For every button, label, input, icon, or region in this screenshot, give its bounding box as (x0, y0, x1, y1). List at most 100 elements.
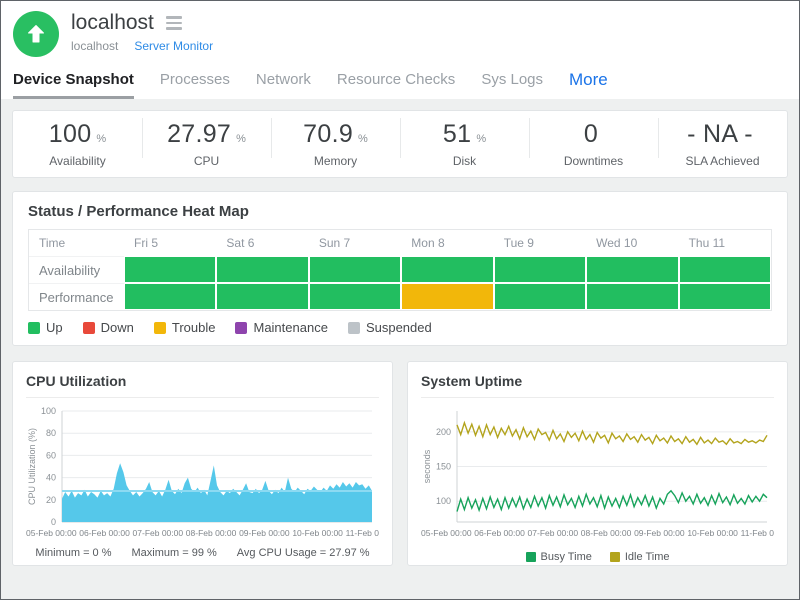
heatmap-cell-up[interactable] (309, 283, 401, 310)
heatmap-day-header: Wed 10 (586, 230, 678, 256)
stats-strip: 100% Availability 27.97% CPU 70.9% Memor… (12, 110, 788, 178)
tab-more[interactable]: More (569, 70, 608, 96)
server-monitor-window: localhost localhost Server Monitor Devic… (0, 0, 800, 600)
heatmap-section: Status / Performance Heat Map Time Fri 5… (12, 191, 788, 346)
heatmap-cell-up[interactable] (494, 256, 586, 283)
stat-unit: % (358, 133, 368, 145)
up-swatch-icon (28, 322, 40, 334)
legend-item-up: Up (28, 320, 63, 335)
stat-availability: 100% Availability (13, 120, 142, 168)
cpu-chart-summary: Minimum = 0 %Maximum = 99 %Avg CPU Usage… (26, 547, 379, 559)
hamburger-menu-icon[interactable] (164, 14, 184, 32)
heatmap-cell-up[interactable] (494, 283, 586, 310)
maintenance-swatch-icon (235, 322, 247, 334)
system-uptime-card: System Uptime 100150200seconds 05-Feb 00… (407, 361, 788, 566)
legend-label: Suspended (366, 320, 432, 335)
x-tick-label: 10-Feb 00:00 (292, 528, 343, 538)
header: localhost localhost Server Monitor (1, 1, 799, 57)
x-tick-label: 11-Feb 0 (741, 528, 774, 538)
content-area: 100% Availability 27.97% CPU 70.9% Memor… (1, 99, 799, 599)
stat-value: 70.9 (303, 120, 353, 149)
heatmap-header-row: Time Fri 5Sat 6Sun 7Mon 8Tue 9Wed 10Thu … (29, 230, 771, 256)
heatmap-row-label: Availability (29, 256, 124, 283)
stat-cpu: 27.97% CPU (142, 120, 271, 168)
heatmap-cell-up[interactable] (216, 256, 308, 283)
heatmap-day-header: Mon 8 (401, 230, 493, 256)
x-tick-label: 10-Feb 00:00 (687, 528, 738, 538)
cpu-utilization-card: CPU Utilization 020406080100CPU Utilizat… (12, 361, 393, 566)
trouble-swatch-icon (154, 322, 166, 334)
breadcrumb-device: localhost (71, 39, 118, 53)
svg-text:CPU Utilization (%): CPU Utilization (%) (27, 428, 37, 505)
heatmap-cell-up[interactable] (124, 256, 216, 283)
tab-sys-logs[interactable]: Sys Logs (481, 71, 543, 96)
x-tick-label: 06-Feb 00:00 (79, 528, 130, 538)
heatmap-legend: UpDownTroubleMaintenanceSuspended (28, 320, 772, 335)
heatmap-cell-trouble[interactable] (401, 283, 493, 310)
tab-processes[interactable]: Processes (160, 71, 230, 96)
heatmap-day-header: Thu 11 (679, 230, 771, 256)
svg-text:80: 80 (46, 428, 56, 438)
heatmap-cell-up[interactable] (679, 283, 771, 310)
heatmap-title: Status / Performance Heat Map (28, 203, 772, 220)
cpu-utilization-chart[interactable]: 0 20 40 60 80 100 CPU Utilization (%) (26, 404, 378, 526)
svg-text:100: 100 (41, 406, 56, 416)
down-swatch-icon (83, 322, 95, 334)
heatmap-cell-up[interactable] (401, 256, 493, 283)
cpu-summary-stat: Minimum = 0 % (35, 547, 111, 559)
system-uptime-chart[interactable]: 100150200seconds (421, 404, 773, 526)
stat-label: Disk (400, 154, 529, 168)
legend-item-maintenance: Maintenance (235, 320, 327, 335)
charts-row: CPU Utilization 020406080100CPU Utilizat… (12, 361, 788, 566)
legend-label: Up (46, 320, 63, 335)
stat-memory: 70.9% Memory (271, 120, 400, 168)
legend-label: Maintenance (253, 320, 327, 335)
stat-unit: % (236, 133, 246, 145)
monitor-status-icon (13, 11, 59, 57)
heatmap-row: Performance (29, 283, 771, 310)
svg-text:40: 40 (46, 473, 56, 483)
heatmap-cell-up[interactable] (309, 256, 401, 283)
stat-sla: - NA - SLA Achieved (658, 120, 787, 168)
x-tick-label: 11-Feb 0 (346, 528, 379, 538)
page-title: localhost (71, 11, 154, 35)
heatmap-row: Availability (29, 256, 771, 283)
x-tick-label: 08-Feb 00:00 (186, 528, 237, 538)
svg-text:100: 100 (436, 496, 451, 506)
heatmap-cell-up[interactable] (586, 256, 678, 283)
svg-text:60: 60 (46, 450, 56, 460)
heatmap-day-header: Sat 6 (216, 230, 308, 256)
tab-resource-checks[interactable]: Resource Checks (337, 71, 455, 96)
x-tick-label: 09-Feb 00:00 (239, 528, 290, 538)
svg-text:150: 150 (436, 462, 451, 472)
uptime-chart-title: System Uptime (421, 373, 774, 398)
stat-unit: % (96, 133, 106, 145)
svg-text:0: 0 (51, 517, 56, 526)
stat-label: Memory (271, 154, 400, 168)
stat-label: CPU (142, 154, 271, 168)
series-label: Busy Time (541, 551, 592, 563)
stat-value: 0 (584, 120, 598, 149)
breadcrumb-monitor-type-link[interactable]: Server Monitor (134, 39, 213, 53)
heatmap-row-label: Performance (29, 283, 124, 310)
x-tick-label: 08-Feb 00:00 (581, 528, 632, 538)
breadcrumb: localhost Server Monitor (71, 39, 213, 53)
tab-device-snapshot[interactable]: Device Snapshot (13, 71, 134, 99)
heatmap-cell-up[interactable] (679, 256, 771, 283)
heatmap-time-header: Time (29, 230, 124, 256)
heatmap-cell-up[interactable] (216, 283, 308, 310)
series-label: Idle Time (625, 551, 670, 563)
stat-value: 100 (49, 120, 92, 149)
heatmap-table: Time Fri 5Sat 6Sun 7Mon 8Tue 9Wed 10Thu … (28, 229, 772, 311)
x-tick-label: 07-Feb 00:00 (133, 528, 184, 538)
cpu-summary-stat: Avg CPU Usage = 27.97 % (237, 547, 370, 559)
svg-text:20: 20 (46, 495, 56, 505)
tab-network[interactable]: Network (256, 71, 311, 96)
x-tick-label: 06-Feb 00:00 (474, 528, 525, 538)
uptime-chart-legend: Busy Time Idle Time (421, 551, 774, 563)
heatmap-cell-up[interactable] (124, 283, 216, 310)
cpu-chart-x-axis: 05-Feb 00:0006-Feb 00:0007-Feb 00:0008-F… (26, 528, 379, 538)
heatmap-cell-up[interactable] (586, 283, 678, 310)
uptime-chart-x-axis: 05-Feb 00:0006-Feb 00:0007-Feb 00:0008-F… (421, 528, 774, 538)
legend-label: Down (101, 320, 134, 335)
